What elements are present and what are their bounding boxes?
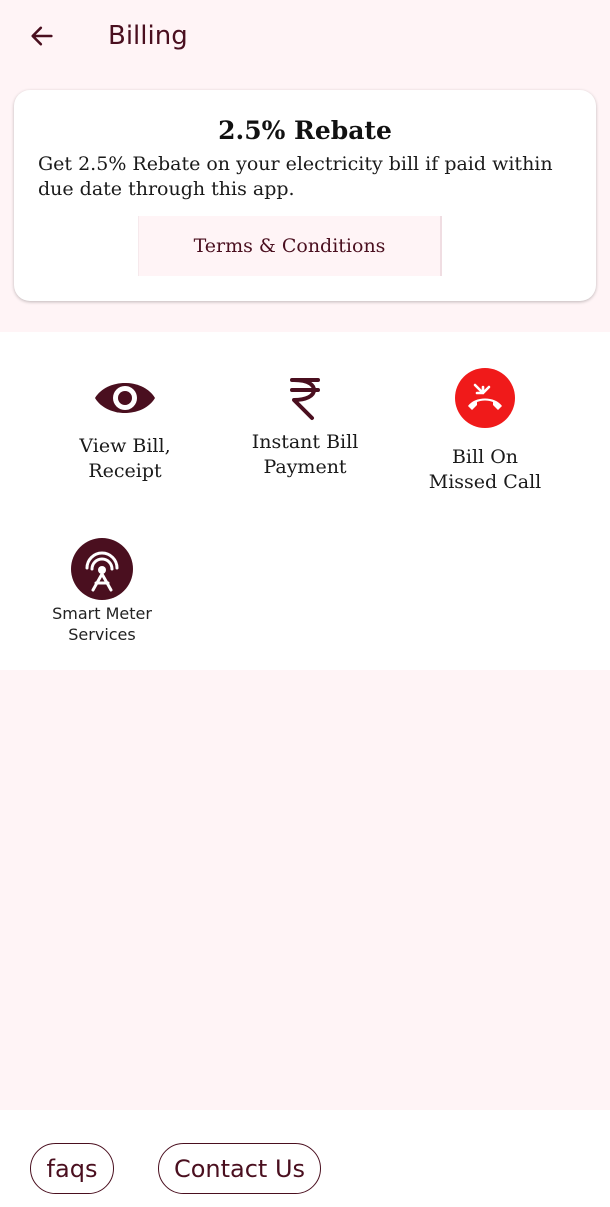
- missed-call-icon: [455, 368, 515, 428]
- missed-call-tile[interactable]: Bill On Missed Call: [415, 368, 555, 498]
- smart-meter-label-line1: Smart Meter: [52, 604, 152, 623]
- missed-call-label-line1: Bill On: [451, 446, 519, 468]
- instant-payment-label-line1: Instant Bill: [251, 431, 359, 453]
- instant-payment-label-line2: Payment: [263, 456, 347, 478]
- view-bill-tile[interactable]: View Bill, Receipt: [55, 368, 195, 488]
- eye-icon: [95, 383, 155, 413]
- terms-conditions-button[interactable]: Terms & Conditions: [138, 216, 442, 276]
- rebate-description: Get 2.5% Rebate on your electricity bill…: [38, 153, 553, 200]
- view-bill-label-line2: Receipt: [88, 460, 162, 482]
- app-bar: Billing: [0, 0, 610, 72]
- smart-meter-label-line2: Services: [68, 625, 136, 644]
- missed-call-label-line2: Missed Call: [428, 471, 542, 493]
- services-grid: View Bill, Receipt Instant Bill Payment …: [0, 332, 610, 670]
- bottom-bar: faqs Contact Us: [0, 1110, 610, 1207]
- view-bill-label-line1: View Bill,: [79, 435, 171, 457]
- rebate-card: 2.5% Rebate Get 2.5% Rebate on your elec…: [14, 90, 596, 301]
- rupee-icon: [290, 378, 320, 420]
- contact-us-button[interactable]: Contact Us: [158, 1143, 321, 1194]
- smart-meter-icon: [71, 538, 133, 600]
- back-button[interactable]: [22, 16, 62, 56]
- smart-meter-tile[interactable]: Smart Meter Services: [32, 538, 172, 648]
- faqs-button[interactable]: faqs: [30, 1143, 114, 1194]
- arrow-left-icon: [31, 26, 53, 46]
- page-title: Billing: [108, 21, 188, 51]
- rebate-title: 2.5% Rebate: [218, 116, 392, 145]
- instant-payment-tile[interactable]: Instant Bill Payment: [235, 368, 375, 488]
